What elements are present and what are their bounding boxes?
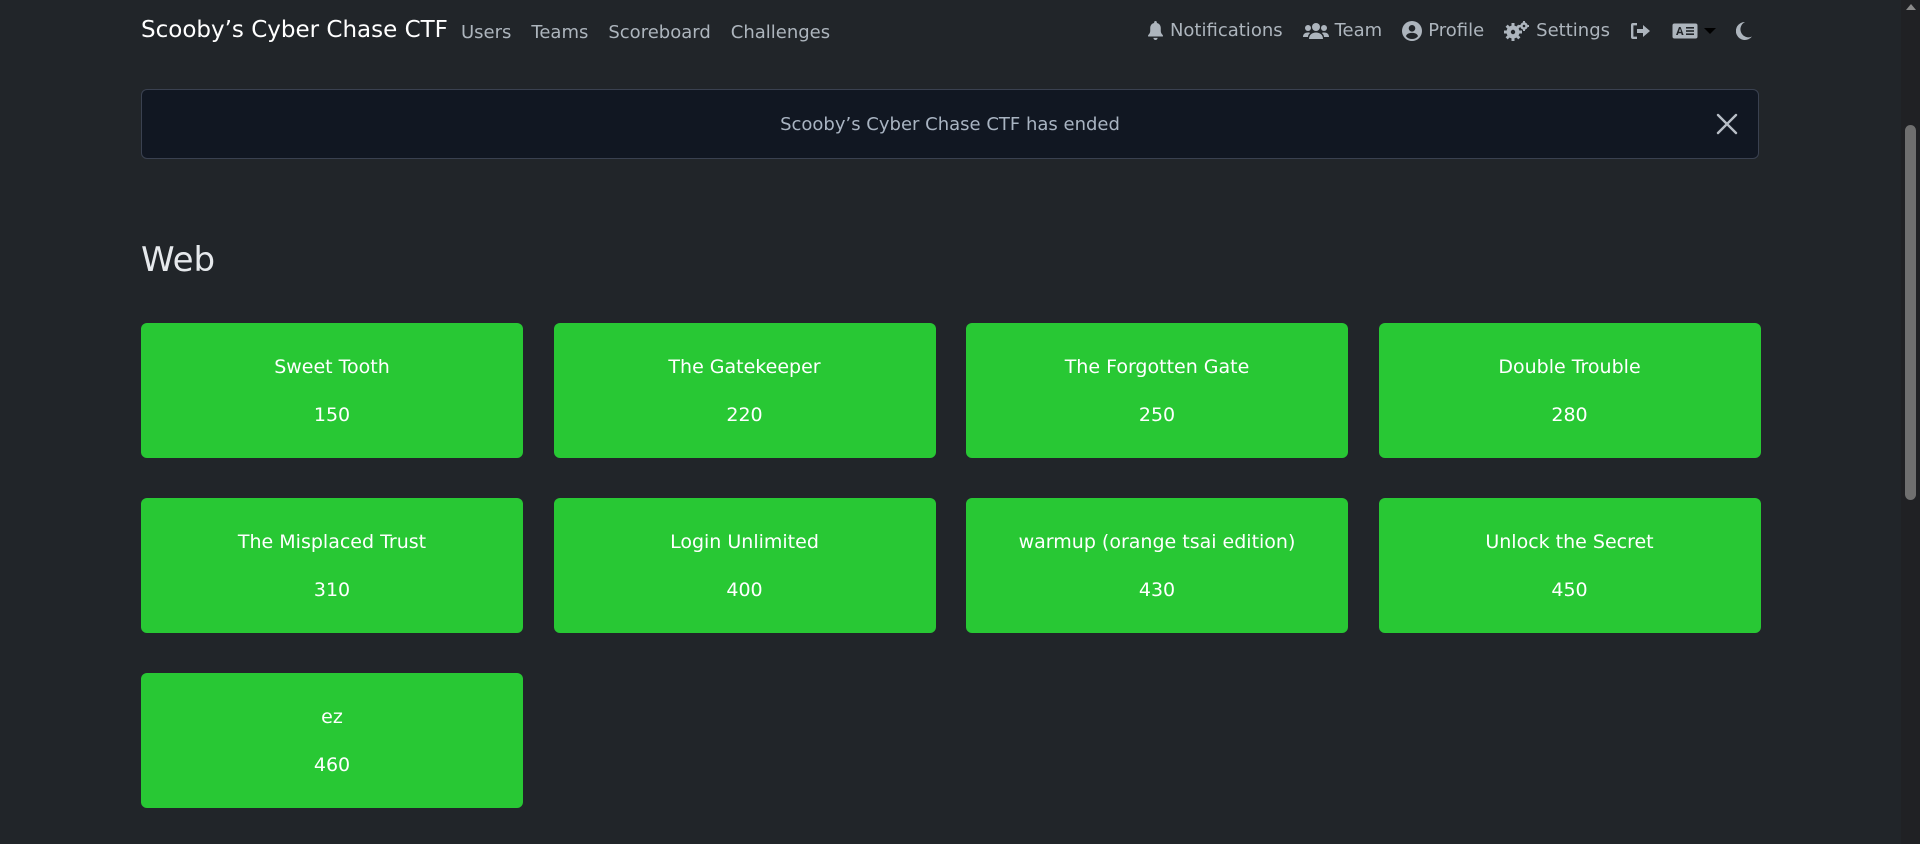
challenge-name: warmup (orange tsai edition) — [1018, 531, 1296, 553]
users-icon — [1302, 22, 1329, 39]
challenge-card[interactable]: Double Trouble 280 — [1378, 323, 1761, 458]
logout-button[interactable] — [1630, 22, 1652, 40]
chevron-down-icon — [1704, 27, 1716, 34]
scroll-thumb[interactable] — [1905, 125, 1916, 500]
challenge-name: Unlock the Secret — [1485, 531, 1654, 553]
challenge-card[interactable]: Sweet Tooth 150 — [141, 323, 523, 458]
close-icon[interactable] — [1716, 113, 1738, 135]
challenge-card[interactable]: Unlock the Secret 450 — [1378, 498, 1761, 633]
challenge-points: 280 — [1551, 404, 1588, 426]
alert-message: Scooby’s Cyber Chase CTF has ended — [780, 114, 1120, 135]
challenge-points: 220 — [726, 404, 763, 426]
challenge-points: 430 — [1138, 579, 1176, 601]
nav-users[interactable]: Users — [461, 22, 511, 43]
challenge-card[interactable]: The Forgotten Gate 250 — [966, 323, 1348, 458]
page-scrollbar[interactable] — [1901, 0, 1920, 844]
scroll-up-arrow[interactable] — [1906, 4, 1916, 10]
category-title: Web — [141, 240, 216, 280]
main-nav: Users Teams Scoreboard Challenges — [461, 22, 830, 43]
nav-teams[interactable]: Teams — [531, 22, 588, 43]
gears-icon — [1504, 20, 1530, 41]
language-icon — [1672, 23, 1698, 38]
challenge-points: 150 — [313, 404, 351, 426]
challenge-points: 460 — [313, 754, 351, 776]
sign-out-icon — [1631, 22, 1650, 39]
team-label: Team — [1334, 20, 1383, 41]
nav-notifications[interactable]: Notifications — [1147, 20, 1283, 41]
challenge-name: ez — [321, 706, 343, 728]
settings-label: Settings — [1536, 20, 1610, 41]
nav-scoreboard[interactable]: Scoreboard — [608, 22, 710, 43]
bell-icon — [1148, 21, 1163, 40]
challenge-name: The Forgotten Gate — [1064, 356, 1250, 378]
theme-toggle[interactable] — [1736, 21, 1752, 40]
brand-title[interactable]: Scooby’s Cyber Chase CTF — [141, 17, 448, 43]
notifications-label: Notifications — [1169, 20, 1283, 41]
challenge-name: The Gatekeeper — [668, 356, 821, 378]
challenge-name: The Misplaced Trust — [237, 531, 427, 553]
challenge-card[interactable]: The Misplaced Trust 310 — [141, 498, 523, 633]
challenge-points: 310 — [313, 579, 351, 601]
navbar: Scooby’s Cyber Chase CTF Users Teams Sco… — [0, 0, 1900, 70]
ctf-ended-alert: Scooby’s Cyber Chase CTF has ended — [141, 89, 1759, 159]
challenge-card[interactable]: warmup (orange tsai edition) 430 — [966, 498, 1348, 633]
nav-team[interactable]: Team — [1302, 20, 1383, 41]
challenge-grid: Sweet Tooth 150 The Gatekeeper 220 The F… — [141, 323, 1761, 808]
moon-icon — [1736, 21, 1752, 40]
language-dropdown[interactable] — [1672, 23, 1716, 39]
nav-settings[interactable]: Settings — [1504, 20, 1610, 41]
challenge-name: Double Trouble — [1498, 356, 1641, 378]
challenge-points: 450 — [1551, 579, 1588, 601]
challenge-card[interactable]: Login Unlimited 400 — [553, 498, 936, 633]
challenge-name: Login Unlimited — [670, 531, 819, 553]
challenge-name: Sweet Tooth — [274, 356, 390, 378]
user-nav: Notifications Team Profile Settings — [1147, 20, 1752, 41]
nav-challenges[interactable]: Challenges — [731, 22, 830, 43]
challenge-points: 250 — [1138, 404, 1176, 426]
profile-label: Profile — [1428, 20, 1485, 41]
user-circle-icon — [1402, 20, 1423, 41]
challenge-card[interactable]: ez 460 — [141, 673, 523, 808]
challenge-points: 400 — [726, 579, 763, 601]
nav-profile[interactable]: Profile — [1402, 20, 1484, 41]
challenge-card[interactable]: The Gatekeeper 220 — [553, 323, 936, 458]
